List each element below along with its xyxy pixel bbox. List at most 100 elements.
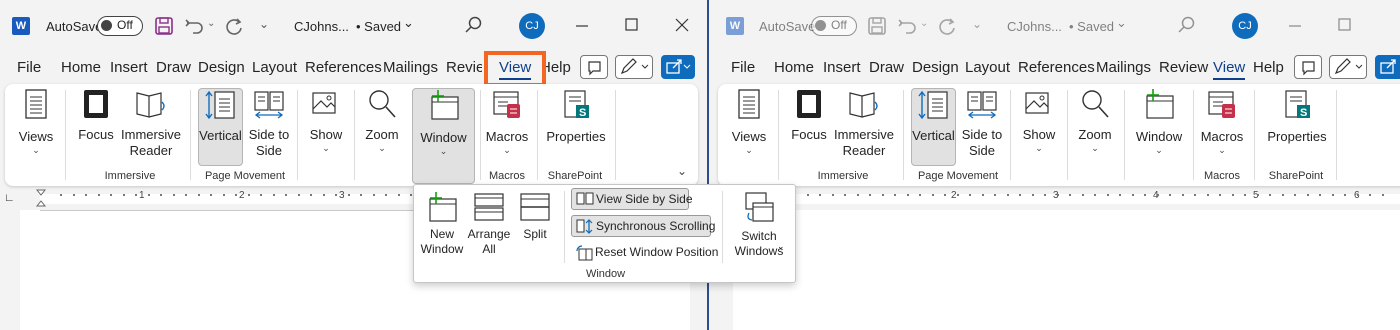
show-button[interactable]: Show ⌄	[305, 88, 347, 153]
autosave-toggle[interactable]: Off	[811, 16, 857, 36]
properties-button[interactable]: S Properties	[545, 88, 607, 145]
zoom-button[interactable]: Zoom ⌄	[360, 88, 404, 153]
save-status-chevron-icon[interactable]: ⌄	[403, 15, 414, 31]
split-button[interactable]: Split	[515, 191, 555, 242]
tab-home[interactable]: Home	[61, 59, 101, 76]
close-icon[interactable]	[674, 17, 690, 33]
zoom-button[interactable]: Zoom ⌄	[1073, 88, 1117, 153]
focus-button[interactable]: Focus	[788, 88, 830, 143]
editing-mode-button[interactable]	[615, 55, 653, 79]
save-icon[interactable]	[154, 16, 174, 36]
tab-help[interactable]: Help	[1253, 59, 1284, 76]
save-status-chevron-icon[interactable]: ⌄	[1116, 15, 1127, 31]
collapse-ribbon-icon[interactable]: ⌄	[677, 164, 687, 178]
view-side-by-side-button[interactable]: View Side by Side	[571, 188, 693, 210]
share-button[interactable]	[1375, 55, 1400, 79]
ruler-tick	[1182, 194, 1184, 196]
ruler-tick	[807, 194, 809, 196]
focus-button[interactable]: Focus	[75, 88, 117, 143]
immersive-reader-button[interactable]: Immersive Reader	[832, 88, 896, 159]
properties-button[interactable]: S Properties	[1266, 88, 1328, 145]
word-logo-icon: W	[726, 17, 744, 35]
arrange-all-icon	[474, 193, 504, 221]
user-avatar[interactable]: CJ	[1232, 13, 1258, 39]
search-icon[interactable]	[463, 15, 483, 35]
tab-design[interactable]: Design	[912, 59, 959, 76]
save-icon[interactable]	[867, 16, 887, 36]
show-button[interactable]: Show ⌄	[1018, 88, 1060, 153]
tab-view[interactable]: View	[1213, 59, 1246, 80]
redo-icon[interactable]	[937, 16, 959, 38]
undo-icon[interactable]	[897, 16, 919, 36]
side-to-side-button[interactable]: Side to Side	[960, 88, 1004, 159]
tab-mailings[interactable]: Mailings	[1096, 59, 1151, 76]
views-label: Views	[731, 129, 767, 144]
macros-button[interactable]: Macros ⌄	[483, 88, 531, 155]
arrange-all-button[interactable]: Arrange All	[466, 191, 512, 257]
ruler-tick	[1119, 194, 1121, 196]
synchronous-scrolling-button[interactable]: Synchronous Scrolling	[571, 215, 715, 237]
tab-review[interactable]: Review	[1159, 59, 1208, 76]
views-button[interactable]: Views ⌄	[13, 88, 59, 155]
minimize-icon[interactable]	[1287, 16, 1303, 36]
save-status[interactable]: • Saved	[356, 19, 401, 34]
show-chevron-icon: ⌄	[322, 143, 330, 153]
window-button[interactable]: Window ⌄	[412, 88, 475, 184]
macros-button[interactable]: Macros ⌄	[1198, 88, 1246, 155]
tab-file[interactable]: File	[731, 59, 755, 76]
comments-button[interactable]	[1294, 55, 1322, 79]
tab-design[interactable]: Design	[198, 59, 245, 76]
zoom-chevron-icon: ⌄	[1091, 143, 1099, 153]
maximize-icon[interactable]	[624, 17, 640, 33]
views-button[interactable]: Views ⌄	[726, 88, 772, 155]
properties-label: Properties	[546, 129, 606, 144]
autosave-toggle[interactable]: Off	[97, 16, 143, 36]
ruler-tick	[1082, 194, 1084, 196]
comments-button[interactable]	[580, 55, 608, 79]
editing-mode-button[interactable]	[1329, 55, 1367, 79]
customize-quick-access-icon[interactable]: ⌄	[972, 17, 982, 31]
customize-quick-access-icon[interactable]: ⌄	[259, 17, 269, 31]
tab-layout[interactable]: Layout	[965, 59, 1010, 76]
tab-draw[interactable]: Draw	[869, 59, 904, 76]
redo-icon[interactable]	[224, 16, 246, 38]
undo-dropdown-icon[interactable]: ⌄	[207, 18, 215, 29]
tab-references[interactable]: References	[1018, 59, 1095, 76]
ruler-tick	[844, 194, 846, 196]
tab-insert[interactable]: Insert	[110, 59, 148, 76]
save-status[interactable]: • Saved	[1069, 19, 1114, 34]
side-to-side-label: Side to Side	[248, 127, 290, 158]
indent-marker-icon[interactable]	[35, 188, 47, 210]
document-page[interactable]	[733, 210, 1400, 330]
window-chevron-icon: ⌄	[1155, 145, 1163, 155]
tab-references[interactable]: References	[305, 59, 382, 76]
immersive-reader-button[interactable]: Immersive Reader	[119, 88, 183, 159]
share-icon	[666, 59, 691, 74]
undo-icon[interactable]	[184, 16, 206, 36]
tab-home[interactable]: Home	[774, 59, 814, 76]
vertical-button[interactable]: Vertical	[911, 88, 956, 166]
tab-file[interactable]: File	[17, 59, 41, 76]
share-button[interactable]	[661, 55, 695, 79]
new-window-button[interactable]: New Window	[420, 191, 464, 257]
search-icon[interactable]	[1176, 15, 1196, 35]
tab-insert[interactable]: Insert	[823, 59, 861, 76]
ruler-tick	[1244, 194, 1246, 196]
minimize-icon[interactable]	[574, 16, 590, 36]
doc-title: CJohns...	[294, 19, 349, 34]
tab-mailings[interactable]: Mailings	[383, 59, 438, 76]
tab-draw[interactable]: Draw	[156, 59, 191, 76]
tab-layout[interactable]: Layout	[252, 59, 297, 76]
side-to-side-button[interactable]: Side to Side	[247, 88, 291, 159]
reset-window-position-button[interactable]: Reset Window Position	[571, 242, 718, 264]
vertical-button[interactable]: Vertical	[198, 88, 243, 166]
user-avatar[interactable]: CJ	[519, 13, 545, 39]
undo-dropdown-icon[interactable]: ⌄	[920, 18, 928, 29]
maximize-icon[interactable]	[1337, 17, 1353, 33]
switch-windows-button[interactable]: Switch Windows ⌄	[728, 191, 790, 259]
tab-selector-icon[interactable]: ∟	[4, 192, 15, 204]
ruler-tick	[398, 194, 400, 196]
ruler-tick	[1094, 194, 1096, 196]
window-button[interactable]: Window ⌄	[1130, 88, 1188, 155]
ruler-tick	[148, 194, 150, 196]
